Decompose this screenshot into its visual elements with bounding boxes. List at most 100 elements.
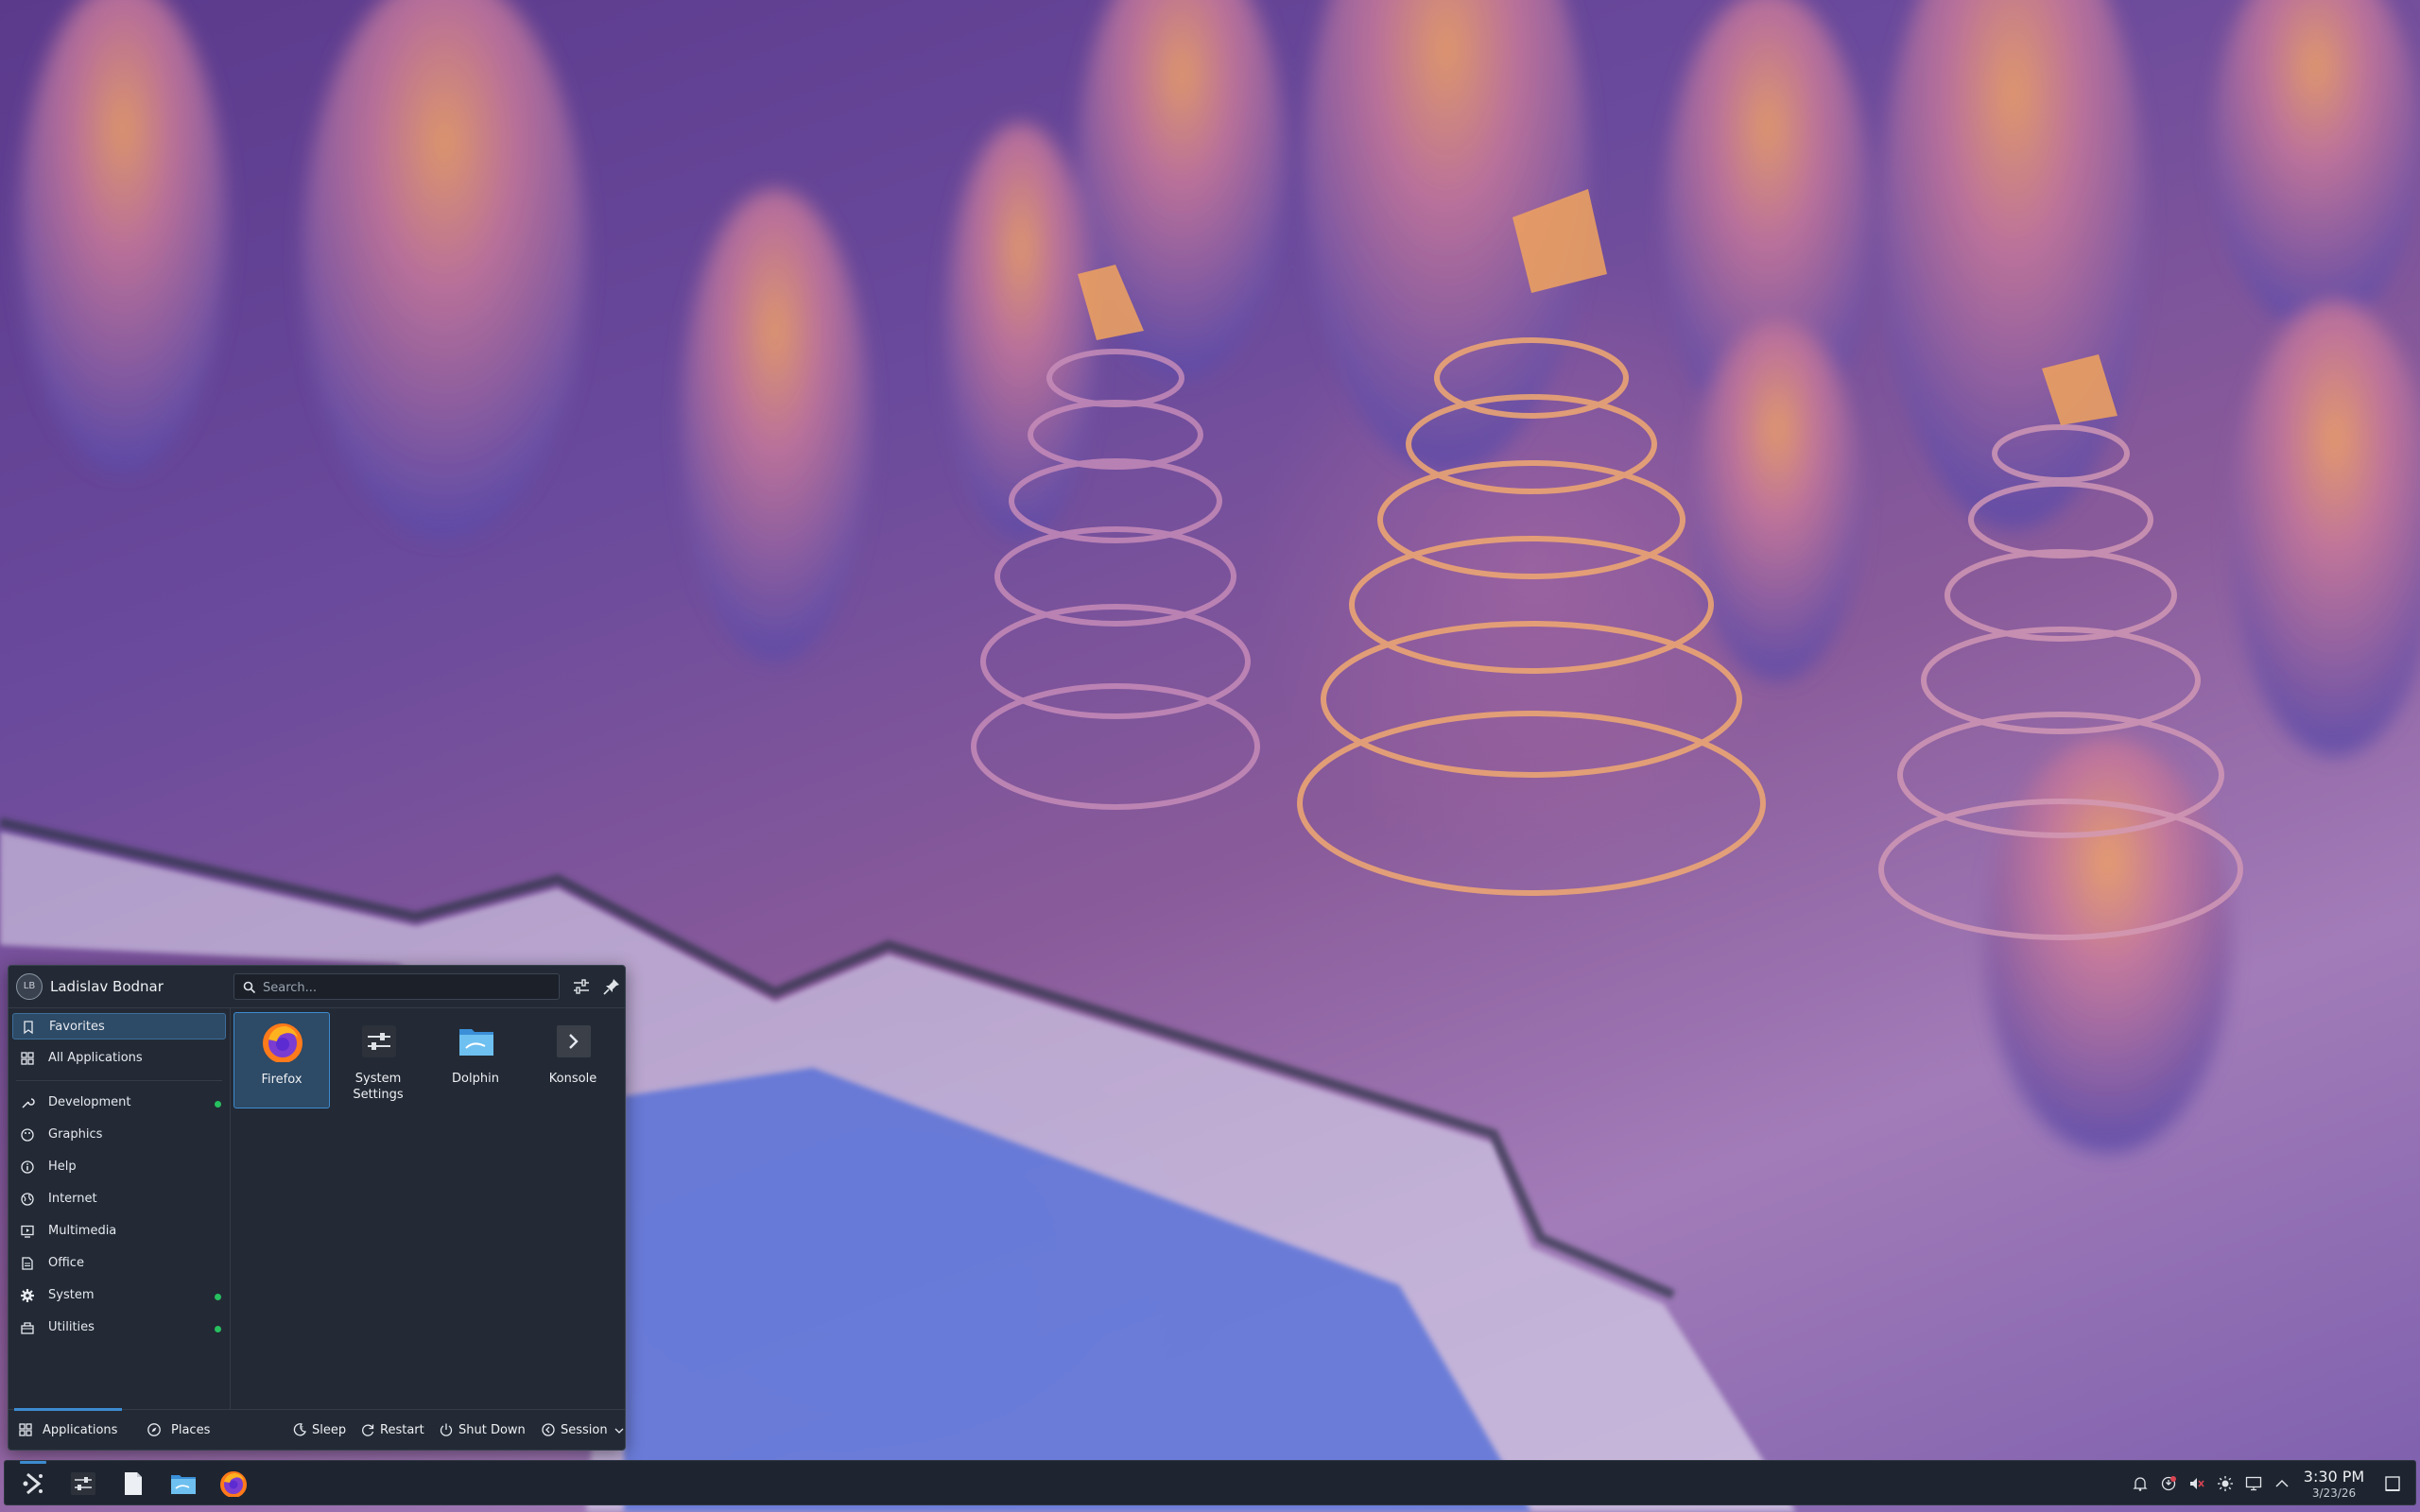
- new-app-indicator: [215, 1294, 221, 1300]
- category-label: Help: [48, 1160, 77, 1174]
- taskbar-dolphin[interactable]: [164, 1465, 202, 1503]
- category-label: Internet: [48, 1192, 97, 1206]
- expand-tray-icon: [2275, 1479, 2289, 1487]
- palette-icon: [21, 1128, 34, 1142]
- category-label: System: [48, 1288, 95, 1302]
- sidebar-divider: [16, 1080, 222, 1081]
- tray-updates[interactable]: [2158, 1473, 2179, 1494]
- sleep-icon: z: [293, 1423, 306, 1436]
- button-label: Session: [561, 1423, 608, 1437]
- tray-volume[interactable]: [2187, 1473, 2207, 1494]
- restart-icon: [362, 1424, 374, 1436]
- user-name[interactable]: Ladislav Bodnar: [50, 978, 164, 995]
- show-desktop-icon: [2385, 1476, 2400, 1491]
- svg-text:z: z: [301, 1425, 303, 1431]
- grid-icon: [19, 1423, 32, 1436]
- category-sidebar: Favorites All Applications Development G…: [9, 1008, 231, 1409]
- category-label: Multimedia: [48, 1224, 117, 1238]
- tab-applications[interactable]: Applications: [14, 1408, 122, 1451]
- category-system[interactable]: System: [12, 1282, 226, 1309]
- system-settings-icon: [71, 1472, 95, 1495]
- category-office[interactable]: Office: [12, 1250, 226, 1277]
- gear-icon: [21, 1289, 34, 1302]
- firefox-icon: [263, 1023, 302, 1062]
- button-label: Restart: [380, 1423, 424, 1437]
- session-icon: [542, 1423, 555, 1436]
- pin-button[interactable]: [600, 975, 623, 998]
- power-icon: [440, 1423, 453, 1436]
- taskbar: 3:30 PM 3/23/26: [4, 1460, 2416, 1505]
- tab-places[interactable]: Places: [143, 1410, 218, 1451]
- tab-label: Places: [171, 1423, 211, 1437]
- dolphin-icon: [171, 1475, 196, 1494]
- taskbar-text-editor[interactable]: [114, 1465, 152, 1503]
- button-label: Shut Down: [458, 1423, 526, 1437]
- category-label: Graphics: [48, 1127, 103, 1142]
- category-label: All Applications: [48, 1051, 143, 1065]
- monitor-play-icon: [21, 1225, 34, 1238]
- sleep-button[interactable]: z Sleep: [292, 1410, 351, 1451]
- terminal-icon: [557, 1025, 591, 1057]
- display-icon: [2245, 1476, 2262, 1491]
- category-label: Utilities: [48, 1320, 95, 1334]
- system-settings-icon: [362, 1025, 396, 1057]
- search-icon: [243, 981, 256, 994]
- folder-icon: [459, 1029, 493, 1056]
- app-system-settings[interactable]: System Settings: [331, 1012, 427, 1108]
- user-avatar[interactable]: LB: [16, 973, 43, 1000]
- new-app-indicator: [215, 1101, 221, 1108]
- tray-brightness[interactable]: [2215, 1473, 2236, 1494]
- tray-expand[interactable]: [2272, 1473, 2292, 1494]
- wrench-icon: [22, 1098, 35, 1108]
- app-label: Firefox: [261, 1073, 302, 1087]
- new-app-indicator: [215, 1326, 221, 1332]
- app-label: System Settings: [353, 1072, 404, 1102]
- launcher-header: LB Ladislav Bodnar: [9, 966, 625, 1008]
- toolbox-icon: [21, 1322, 34, 1334]
- app-label: Dolphin: [452, 1072, 499, 1086]
- tray-notifications[interactable]: [2130, 1473, 2151, 1494]
- taskbar-firefox[interactable]: [215, 1465, 252, 1503]
- taskbar-system-settings[interactable]: [64, 1465, 102, 1503]
- notifications-icon: [2133, 1477, 2148, 1491]
- category-label: Development: [48, 1095, 131, 1109]
- category-internet[interactable]: Internet: [12, 1186, 226, 1212]
- launcher-footer: Applications Places z Sleep Restart Shut…: [9, 1408, 625, 1451]
- category-help[interactable]: Help: [12, 1154, 226, 1180]
- session-button[interactable]: Session: [541, 1410, 624, 1451]
- category-graphics[interactable]: Graphics: [12, 1122, 226, 1148]
- category-label: Office: [48, 1256, 84, 1270]
- search-box[interactable]: [233, 973, 560, 1000]
- brightness-icon: [2218, 1476, 2233, 1491]
- volume-muted-icon: [2190, 1478, 2204, 1489]
- category-multimedia[interactable]: Multimedia: [12, 1218, 226, 1245]
- clock-time[interactable]: 3:30 PM: [2296, 1468, 2372, 1486]
- category-all-applications[interactable]: All Applications: [12, 1045, 226, 1072]
- app-dolphin[interactable]: Dolphin: [428, 1012, 525, 1108]
- restart-button[interactable]: Restart: [360, 1410, 428, 1451]
- firefox-icon: [220, 1471, 247, 1497]
- category-utilities[interactable]: Utilities: [12, 1314, 226, 1341]
- document-icon: [22, 1257, 33, 1270]
- application-launcher: LB Ladislav Bodnar Search... Favorites A…: [8, 965, 626, 1451]
- app-firefox[interactable]: Firefox: [233, 1012, 330, 1108]
- tray-display[interactable]: [2243, 1473, 2264, 1494]
- tab-label: Applications: [43, 1423, 118, 1437]
- clock-date[interactable]: 3/23/26: [2296, 1486, 2372, 1500]
- sliders-icon: [574, 979, 589, 994]
- update-icon: [2161, 1476, 2176, 1491]
- show-desktop-button[interactable]: [2381, 1472, 2404, 1495]
- app-konsole[interactable]: Konsole: [526, 1012, 622, 1108]
- configure-button[interactable]: [570, 975, 593, 998]
- application-launcher-button[interactable]: [14, 1461, 52, 1503]
- bookmark-icon: [24, 1021, 33, 1035]
- search-input[interactable]: [261, 977, 548, 998]
- compass-icon: [147, 1423, 161, 1436]
- favorites-grid: Firefox System Settings Dolphin Konsole: [233, 1012, 621, 1409]
- pin-icon: [603, 979, 619, 995]
- category-development[interactable]: Development: [12, 1090, 226, 1116]
- category-favorites[interactable]: Favorites: [12, 1013, 226, 1040]
- app-label: Konsole: [548, 1072, 597, 1086]
- shutdown-button[interactable]: Shut Down: [439, 1410, 526, 1451]
- info-icon: [21, 1160, 34, 1174]
